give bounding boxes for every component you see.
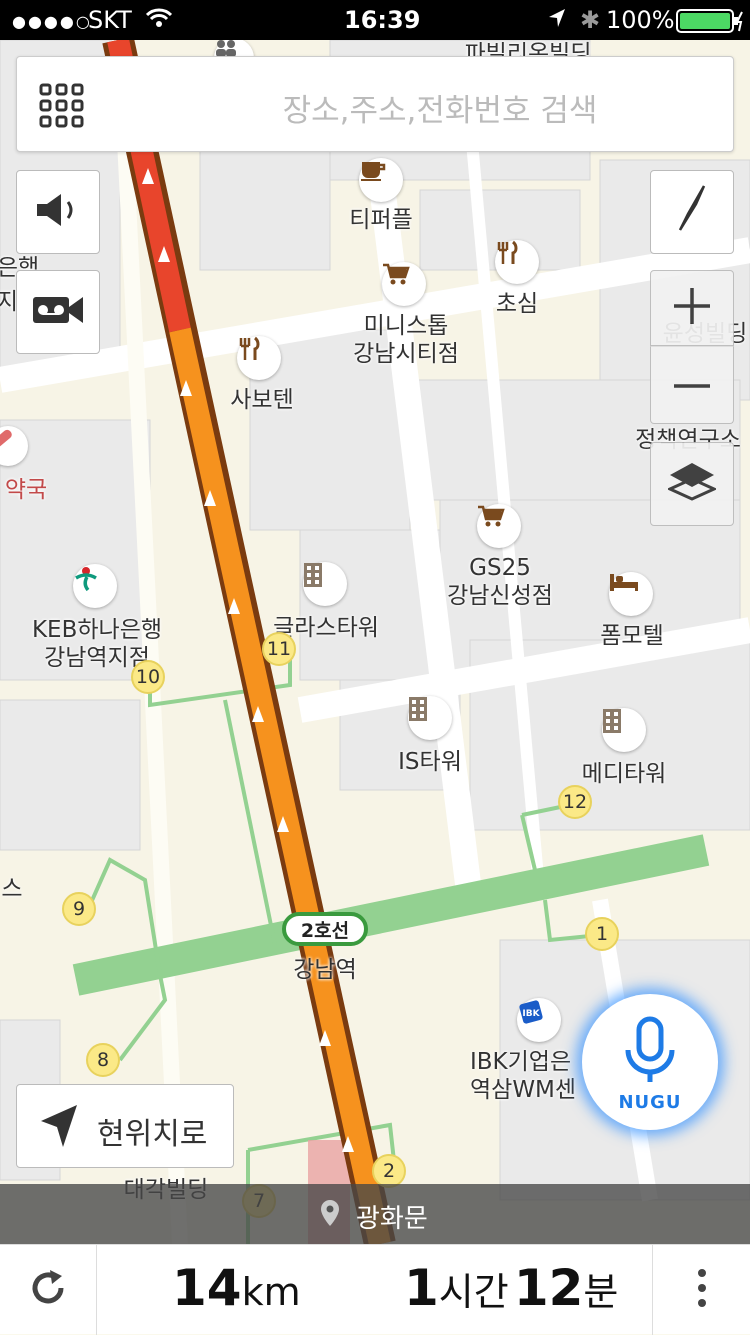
refresh-icon	[28, 1268, 68, 1312]
current-location-label: 현위치로	[97, 1117, 208, 1152]
battery-icon	[676, 9, 744, 39]
layers-icon	[666, 461, 718, 507]
restaurant-icon[interactable]	[495, 240, 539, 284]
ibk-logo-icon[interactable]: IBK	[517, 998, 561, 1042]
subway-line-badge[interactable]: 2호선	[282, 912, 368, 946]
exit-badge[interactable]: 2	[372, 1154, 406, 1188]
poi-label-ministop: 미니스톱 강남시티점	[353, 313, 459, 367]
duration-hours: 1	[404, 1259, 439, 1317]
battery-percent: 100%	[606, 6, 675, 34]
poi-label-tipeople: 티퍼플	[349, 207, 413, 233]
bank-logo-icon[interactable]	[73, 564, 117, 608]
duration-hours-unit: 시간	[438, 1270, 509, 1314]
reroute-button[interactable]	[0, 1245, 97, 1335]
signal-dots-icon: ●●●●○	[12, 12, 92, 31]
duration-minutes: 12	[513, 1259, 584, 1317]
map-label-pharmacy: 약국	[4, 477, 48, 503]
duration-minutes-unit: 분	[583, 1270, 619, 1314]
layers-button[interactable]	[650, 442, 734, 526]
more-vertical-icon	[697, 1268, 707, 1312]
voice-assistant-button[interactable]: NUGU	[582, 994, 718, 1130]
poi-label-gs25: GS25 강남신성점	[447, 555, 553, 609]
building-icon[interactable]	[602, 708, 646, 752]
location-services-icon	[548, 6, 566, 34]
carrier-label: SKT	[88, 6, 132, 34]
zoom-out-button[interactable]	[650, 346, 734, 424]
bluetooth-icon: ✱	[580, 6, 601, 34]
exit-badge[interactable]: 9	[62, 892, 96, 926]
poi-label-pom-motel: 폼모텔	[600, 623, 664, 649]
cart-icon[interactable]	[382, 262, 426, 306]
bed-icon[interactable]	[609, 572, 653, 616]
zoom-in-button[interactable]	[650, 270, 734, 346]
poi-label-chosim: 초심	[495, 291, 539, 317]
poi-label-saboten: 사보텐	[230, 387, 294, 413]
svg-text:IBK: IBK	[522, 1009, 540, 1019]
exit-badge[interactable]: 10	[131, 660, 165, 694]
building-icon[interactable]	[303, 562, 347, 606]
video-camera-icon	[31, 293, 85, 331]
exit-badge[interactable]: 11	[262, 632, 296, 666]
status-bar: ●●●●○ SKT 16:39 ✱ 100%	[0, 0, 750, 40]
compass-icon	[674, 184, 710, 240]
record-button[interactable]	[16, 270, 100, 354]
restaurant-icon[interactable]	[237, 336, 281, 380]
compass-button[interactable]	[650, 170, 734, 254]
building-icon[interactable]	[408, 696, 452, 740]
poi-label-medi-tower: 메디타워	[581, 761, 667, 787]
coffee-icon[interactable]	[359, 158, 403, 202]
more-button[interactable]	[652, 1245, 750, 1335]
duration: 1시간 12분	[404, 1259, 618, 1317]
wifi-icon	[145, 6, 173, 34]
distance-value: 14	[172, 1259, 242, 1317]
current-location-button[interactable]: 현위치로	[16, 1084, 234, 1168]
plus-icon	[672, 286, 712, 330]
destination-bar[interactable]: 광화문	[0, 1184, 750, 1244]
grid-menu-icon[interactable]	[39, 83, 85, 133]
exit-badge[interactable]: 12	[558, 785, 592, 819]
speaker-icon	[35, 192, 81, 232]
pin-icon	[320, 1199, 340, 1231]
sound-button[interactable]	[16, 170, 100, 254]
distance-unit: km	[241, 1270, 301, 1314]
poi-label-ibk: IBK기업은 역삼WM센	[470, 1049, 577, 1103]
exit-badge[interactable]: 1	[585, 917, 619, 951]
search-input[interactable]: 장소,주소,전화번호 검색	[147, 85, 733, 130]
trip-summary-bar: 14km 1시간 12분	[0, 1244, 750, 1335]
distance: 14km	[172, 1259, 301, 1317]
voice-assistant-label: NUGU	[618, 1092, 682, 1113]
station-name: 강남역	[293, 957, 357, 983]
map-label-seu: 스	[1, 876, 23, 902]
minus-icon	[672, 376, 712, 395]
microphone-icon	[620, 1016, 680, 1090]
cart-icon[interactable]	[477, 504, 521, 548]
exit-badge[interactable]: 8	[86, 1043, 120, 1077]
poi-label-is-tower: IS타워	[398, 749, 462, 775]
location-arrow-icon	[39, 1103, 79, 1153]
search-bar[interactable]: 장소,주소,전화번호 검색	[16, 56, 734, 152]
clock: 16:39	[344, 6, 421, 34]
destination-label: 광화문	[356, 1204, 428, 1234]
